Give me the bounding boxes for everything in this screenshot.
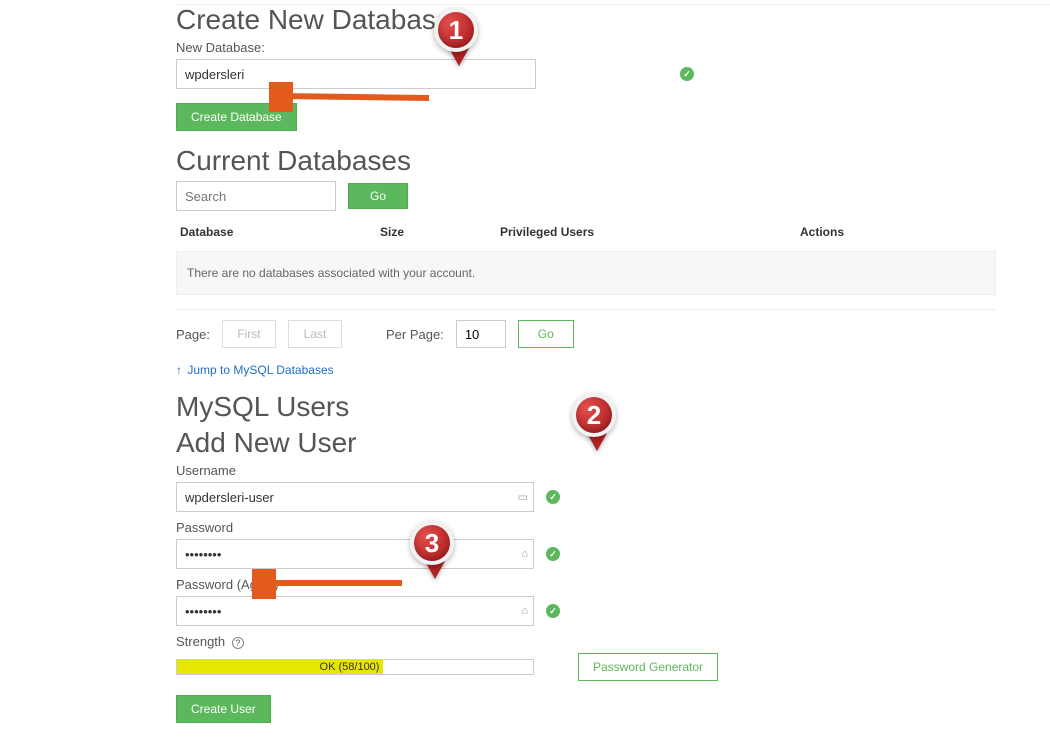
empty-db-notice: There are no databases associated with y… [176,251,996,295]
up-arrow-icon: ↑ [176,363,182,377]
add-user-heading: Add New User [176,427,1050,459]
page-first-button: First [222,320,276,348]
current-db-heading: Current Databases [176,145,1050,177]
help-icon[interactable]: ? [232,637,244,649]
password-label: Password [176,520,1050,535]
key-icon: ⌂ [521,605,528,617]
check-icon [546,547,560,561]
perpage-input[interactable] [456,320,506,348]
db-search-go-button[interactable]: Go [348,183,408,209]
password-generator-button[interactable]: Password Generator [578,653,718,681]
page-last-button: Last [288,320,342,348]
create-user-button[interactable]: Create User [176,695,271,723]
mysql-users-heading: MySQL Users [176,391,1050,423]
check-icon [680,67,694,81]
col-database: Database [180,225,380,239]
page-label: Page: [176,327,210,342]
contact-icon: ▭ [518,491,528,504]
check-icon [546,604,560,618]
perpage-label: Per Page: [386,327,444,342]
create-database-button[interactable]: Create Database [176,103,297,131]
strength-meter: OK (58/100) [176,659,534,675]
jump-to-mysql-link[interactable]: ↑ Jump to MySQL Databases [176,363,334,377]
new-db-label: New Database: [176,40,1050,55]
username-input[interactable] [176,482,534,512]
new-db-input[interactable] [176,59,536,89]
check-icon [546,490,560,504]
perpage-go-button[interactable]: Go [518,320,574,348]
col-actions: Actions [800,225,1046,239]
db-search-input[interactable] [176,181,336,211]
strength-text: OK (58/100) [320,661,380,673]
col-size: Size [380,225,500,239]
password-again-input[interactable] [176,596,534,626]
jump-link-text: Jump to MySQL Databases [187,363,333,377]
username-label: Username [176,463,1050,478]
password-input[interactable] [176,539,534,569]
key-icon: ⌂ [521,548,528,560]
col-users: Privileged Users [500,225,800,239]
password-again-label: Password (Again) [176,577,1050,592]
create-db-heading: Create New Database [176,4,1050,36]
strength-label: Strength [176,634,225,649]
